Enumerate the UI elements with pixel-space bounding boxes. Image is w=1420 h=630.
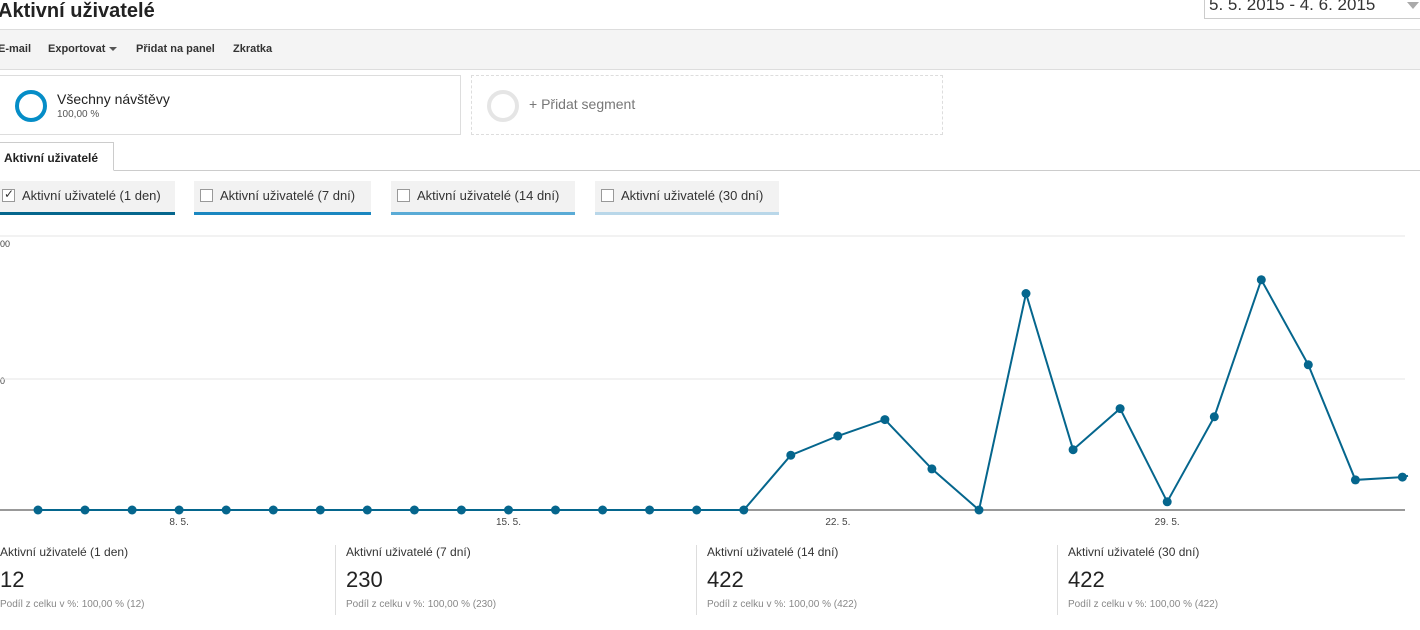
summary-metric-1-day: Aktivní uživatelé (1 den) 12 Podíl z cel… (0, 545, 145, 610)
email-button[interactable]: E-mail (0, 43, 31, 55)
data-point (598, 505, 608, 515)
line-chart: 8. 5. 15. 5. 22. 5. 29. 5. (0, 235, 1409, 528)
data-point (927, 464, 937, 474)
summary-metric-14-days: Aktivní uživatelé (14 dní) 422 Podíl z c… (707, 545, 857, 610)
metric-toggle-7-days[interactable]: Aktivní uživatelé (7 dní) (194, 181, 371, 215)
data-point (739, 505, 749, 515)
data-point (1021, 289, 1031, 298)
summary-share: Podíl z celku v %: 100,00 % (422) (707, 599, 858, 610)
data-point (456, 505, 466, 515)
add-segment-button[interactable]: + Přidat segment (471, 75, 943, 135)
data-point (80, 505, 90, 515)
series-color-bar (0, 212, 175, 215)
export-button[interactable]: Exportovat (48, 43, 118, 55)
summary-share: Podíl z celku v %: 100,00 % (230) (346, 599, 497, 610)
data-point (786, 450, 796, 460)
data-point (504, 505, 513, 515)
empty-segment-ring-icon (487, 90, 519, 122)
summary-share: Podíl z celku v %: 100,00 % (422) (1068, 599, 1219, 610)
checkbox-checked[interactable]: ✓ (2, 187, 15, 202)
report-toolbar: E-mail Exportovat Přidat na panel Zkratk… (0, 29, 1420, 70)
x-tick-label: 22. 5. (825, 517, 850, 528)
data-point (409, 505, 419, 515)
series-line (38, 277, 1409, 512)
data-point (268, 505, 278, 515)
data-point (1350, 475, 1360, 485)
summary-label: Aktivní uživatelé (1 den) (0, 545, 129, 559)
data-point (880, 415, 890, 425)
data-point (1256, 275, 1266, 285)
tab-divider (0, 170, 1420, 171)
page-title: Aktivní uživatelé (0, 0, 155, 22)
summary-divider (1057, 545, 1058, 615)
summary-value: 12 (0, 567, 25, 592)
segment-all-visits[interactable]: Všechny návštěvy 100,00 % (0, 75, 461, 135)
data-point (1115, 404, 1125, 414)
data-point (127, 505, 137, 515)
summary-label: Aktivní uživatelé (14 dní) (707, 545, 839, 559)
x-tick-label: 15. 5. (496, 517, 521, 528)
metric-toggle-label: Aktivní uživatelé (14 dní) (417, 188, 560, 203)
data-point (315, 505, 325, 515)
segment-ring-icon (15, 90, 47, 122)
series-color-bar (194, 212, 371, 215)
x-tick-label: 8. 5. (169, 517, 188, 528)
summary-value: 230 (346, 567, 383, 592)
checkbox[interactable] (397, 189, 410, 202)
export-label: Exportovat (48, 43, 106, 55)
data-point (174, 505, 184, 515)
data-point (1162, 497, 1172, 507)
summary-value: 422 (1068, 567, 1105, 592)
summary-label: Aktivní uživatelé (7 dní) (346, 545, 471, 559)
metric-toggle-label: Aktivní uživatelé (7 dní) (220, 188, 356, 203)
x-tick-label: 29. 5. (1155, 517, 1180, 528)
data-point (974, 505, 984, 515)
data-point (645, 505, 655, 515)
data-point (692, 505, 702, 515)
summary-divider (696, 545, 697, 615)
data-point (362, 505, 372, 515)
metric-toggle-1-day[interactable]: ✓ Aktivní uživatelé (1 den) (0, 181, 175, 215)
tab-label: Aktivní uživatelé (4, 151, 99, 165)
segment-percentage: 100,00 % (57, 109, 100, 120)
metric-toggle-label: Aktivní uživatelé (1 den) (22, 188, 161, 203)
metric-toggle-label: Aktivní uživatelé (30 dní) (621, 188, 764, 203)
summary-label: Aktivní uživatelé (30 dní) (1068, 545, 1200, 559)
summary-metric-7-days: Aktivní uživatelé (7 dní) 230 Podíl z ce… (346, 545, 496, 610)
shortcut-button[interactable]: Zkratka (233, 43, 272, 55)
add-segment-label: + Přidat segment (529, 96, 636, 112)
date-range-text: 5. 5. 2015 - 4. 6. 2015 (1209, 0, 1376, 14)
chevron-down-icon[interactable] (1407, 2, 1419, 9)
segment-name: Všechny návštěvy (57, 91, 170, 107)
caret-down-icon (109, 47, 118, 52)
checkbox[interactable] (601, 189, 614, 202)
data-point (1068, 445, 1078, 455)
data-point (1397, 472, 1407, 482)
series-color-bar (391, 212, 575, 215)
metric-toggle-14-days[interactable]: Aktivní uživatelé (14 dní) (391, 181, 575, 215)
data-point (33, 505, 43, 515)
summary-metric-30-days: Aktivní uživatelé (30 dní) 422 Podíl z c… (1068, 545, 1218, 610)
series-color-bar (595, 212, 779, 215)
data-point (1209, 412, 1219, 422)
metric-toggle-30-days[interactable]: Aktivní uživatelé (30 dní) (595, 181, 779, 215)
summary-value: 422 (707, 567, 744, 592)
add-to-dashboard-button[interactable]: Přidat na panel (136, 43, 215, 55)
data-point (551, 505, 560, 515)
data-point (221, 505, 231, 515)
summary-share: Podíl z celku v %: 100,00 % (12) (0, 599, 145, 610)
summary-divider (335, 545, 336, 615)
date-range-picker[interactable]: 5. 5. 2015 - 4. 6. 2015 (1204, 0, 1420, 19)
data-point (1303, 360, 1313, 370)
checkbox[interactable] (200, 189, 213, 202)
checkmark-icon: ✓ (4, 187, 15, 201)
tab-active-users[interactable]: Aktivní uživatelé (0, 142, 114, 171)
data-point (833, 431, 843, 441)
